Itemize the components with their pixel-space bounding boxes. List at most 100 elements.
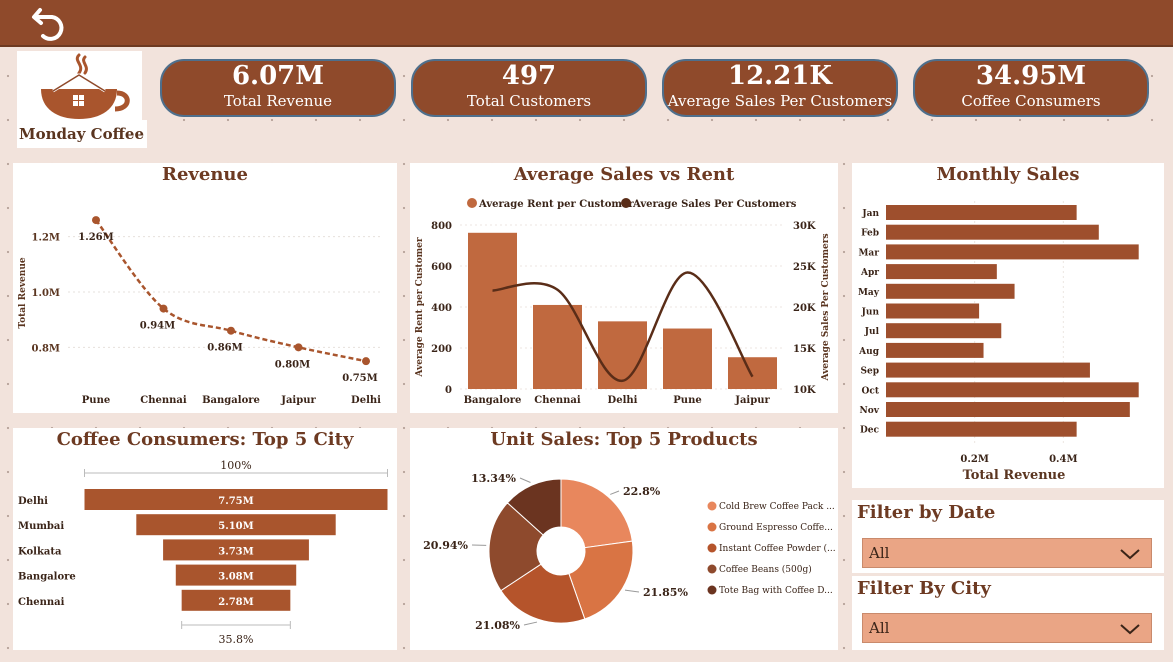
filter-city-title: Filter By City bbox=[857, 578, 991, 599]
data-label: 0.94M bbox=[140, 321, 175, 332]
legend-marker bbox=[707, 501, 717, 511]
legend-marker bbox=[707, 585, 717, 595]
legend-marker bbox=[707, 543, 717, 553]
data-label: 21.08% bbox=[475, 619, 520, 632]
kpi-label: Total Customers bbox=[466, 92, 592, 110]
rent-bar bbox=[598, 321, 647, 389]
y-tick-label: 1.0M bbox=[32, 288, 60, 299]
x-tick-label: Delhi bbox=[351, 395, 381, 406]
month-bar bbox=[886, 323, 1002, 339]
y2-tick-label: 15K bbox=[793, 344, 816, 355]
y-tick-label: Apr bbox=[860, 268, 879, 278]
unit-sales-card: Unit Sales: Top 5 Products 22.8% 21.85% 21… bbox=[410, 428, 838, 650]
category-label: Chennai bbox=[18, 597, 65, 608]
kpi-total-revenue: 6.07M Total Revenue bbox=[160, 59, 396, 117]
y-tick-label: Aug bbox=[858, 347, 880, 357]
funnel-top-pct: 100% bbox=[220, 459, 251, 472]
month-bar bbox=[886, 264, 997, 280]
revenue-chart-card: Revenue Total Revenue 0.8M 1.0M 1.2M 1.26M Pu… bbox=[13, 163, 397, 413]
y-tick-label: Oct bbox=[862, 386, 880, 396]
revenue-chart: Total Revenue 0.8M 1.0M 1.2M 1.26M Pune 0.94M C… bbox=[18, 216, 383, 406]
x-tick-label: Pune bbox=[673, 395, 701, 406]
y-tick-label: Jun bbox=[861, 308, 880, 318]
month-bar bbox=[886, 283, 1015, 299]
funnel-bottom-pct: 35.8% bbox=[219, 633, 254, 646]
kpi-value: 34.95M bbox=[975, 61, 1087, 91]
donut-slice bbox=[560, 478, 633, 549]
data-point bbox=[227, 326, 235, 335]
x-tick-label: Jaipur bbox=[280, 395, 316, 406]
y-tick-label: 0 bbox=[445, 385, 452, 396]
y-tick-label: Dec bbox=[860, 426, 880, 436]
x-tick-label: 0.2M bbox=[960, 454, 988, 465]
revenue-line bbox=[95, 219, 367, 363]
y-tick-label: May bbox=[858, 288, 880, 298]
leader-line bbox=[523, 621, 538, 626]
chart-title: Average Sales vs Rent bbox=[513, 164, 735, 185]
data-point bbox=[294, 343, 303, 352]
y-tick-label: Sep bbox=[860, 367, 879, 377]
x-tick-label: Chennai bbox=[140, 395, 187, 406]
y-tick-label: 600 bbox=[431, 262, 452, 273]
chart-title: Monthly Sales bbox=[936, 164, 1080, 185]
month-bar bbox=[886, 303, 980, 319]
brand-logo: Monday Coffee bbox=[17, 51, 147, 148]
avg-sales-rent-chart: Average Rent per Customer Average Sales P… bbox=[415, 198, 831, 406]
month-bar bbox=[886, 382, 1139, 398]
chevron-down-icon bbox=[1120, 549, 1140, 560]
kpi-average-sales: 12.21K Average Sales Per Customers bbox=[662, 59, 898, 117]
kpi-value: 12.21K bbox=[727, 61, 832, 91]
x-tick-label: Chennai bbox=[534, 395, 581, 406]
y-tick-label: 800 bbox=[431, 221, 452, 232]
data-label: 0.86M bbox=[207, 343, 242, 354]
filter-date-title: Filter by Date bbox=[857, 502, 996, 523]
chart-title: Unit Sales: Top 5 Products bbox=[490, 429, 758, 450]
data-label: 20.94% bbox=[423, 539, 468, 552]
chart-title: Coffee Consumers: Top 5 City bbox=[56, 429, 354, 450]
legend-marker bbox=[707, 522, 717, 532]
y-tick-label: 1.2M bbox=[32, 233, 60, 244]
y-tick-label: Nov bbox=[860, 406, 880, 416]
category-label: Bangalore bbox=[18, 572, 76, 583]
city-filter-dropdown[interactable]: All bbox=[862, 613, 1152, 643]
y-tick-label: Jul bbox=[864, 327, 880, 337]
data-point bbox=[362, 357, 370, 366]
unit-sales-donut: 22.8% 21.85% 21.08% 20.94% 13.34% Cold Brew C… bbox=[423, 472, 836, 632]
filter-date-panel: Filter by Date All bbox=[852, 500, 1164, 573]
data-label: 0.75M bbox=[342, 373, 377, 384]
y-tick-label: 200 bbox=[431, 344, 452, 355]
legend-label: Average Rent per Customer bbox=[478, 199, 634, 210]
filter-city-panel: Filter By City All bbox=[852, 576, 1164, 650]
y2-tick-label: 10K bbox=[793, 385, 816, 396]
y2-tick-label: 25K bbox=[793, 262, 816, 273]
legend-label: Tote Bag with Coffee D... bbox=[719, 586, 833, 596]
kpi-coffee-consumers: 34.95M Coffee Consumers bbox=[913, 59, 1149, 117]
y-tick-label: Jan bbox=[861, 209, 879, 219]
data-point bbox=[92, 216, 100, 225]
legend-label: Average Sales Per Customers bbox=[632, 199, 797, 210]
kpi-label: Total Revenue bbox=[223, 92, 333, 110]
monthly-sales-chart: 0.2M 0.4M Jan Feb Mar Apr May Jun Jul Aug Sep Oct No… bbox=[858, 201, 1139, 483]
rent-bar bbox=[728, 357, 777, 389]
data-label: 0.80M bbox=[275, 359, 310, 370]
brand-name: Monday Coffee bbox=[17, 120, 147, 148]
coffee-consumers-card: Coffee Consumers: Top 5 City 100% 7.75M De… bbox=[13, 428, 397, 650]
data-label: 5.10M bbox=[218, 521, 253, 532]
kpi-value: 6.07M bbox=[231, 61, 325, 91]
x-tick-label: Pune bbox=[82, 395, 110, 406]
legend-label: Instant Coffee Powder (... bbox=[719, 543, 836, 554]
kpi-total-customers: 497 Total Customers bbox=[411, 59, 647, 117]
x-tick-label: Bangalore bbox=[464, 395, 522, 406]
month-bar bbox=[886, 224, 1099, 240]
date-filter-dropdown[interactable]: All bbox=[862, 538, 1152, 568]
y-axis-label: Total Revenue bbox=[18, 257, 28, 328]
monthly-sales-card: Monthly Sales 0.2M 0.4M Jan Feb Mar Apr May Jun… bbox=[852, 163, 1164, 488]
y2-tick-label: 30K bbox=[793, 221, 816, 232]
x-axis-label: Total Revenue bbox=[963, 468, 1066, 483]
category-label: Delhi bbox=[18, 496, 48, 507]
data-label: 21.85% bbox=[643, 586, 688, 599]
avg-sales-rent-card: Average Sales vs Rent Average Rent per C… bbox=[410, 163, 838, 413]
back-arrow-icon[interactable] bbox=[30, 4, 70, 42]
month-bar bbox=[886, 205, 1077, 220]
coffee-cup-house-logo bbox=[41, 53, 130, 119]
